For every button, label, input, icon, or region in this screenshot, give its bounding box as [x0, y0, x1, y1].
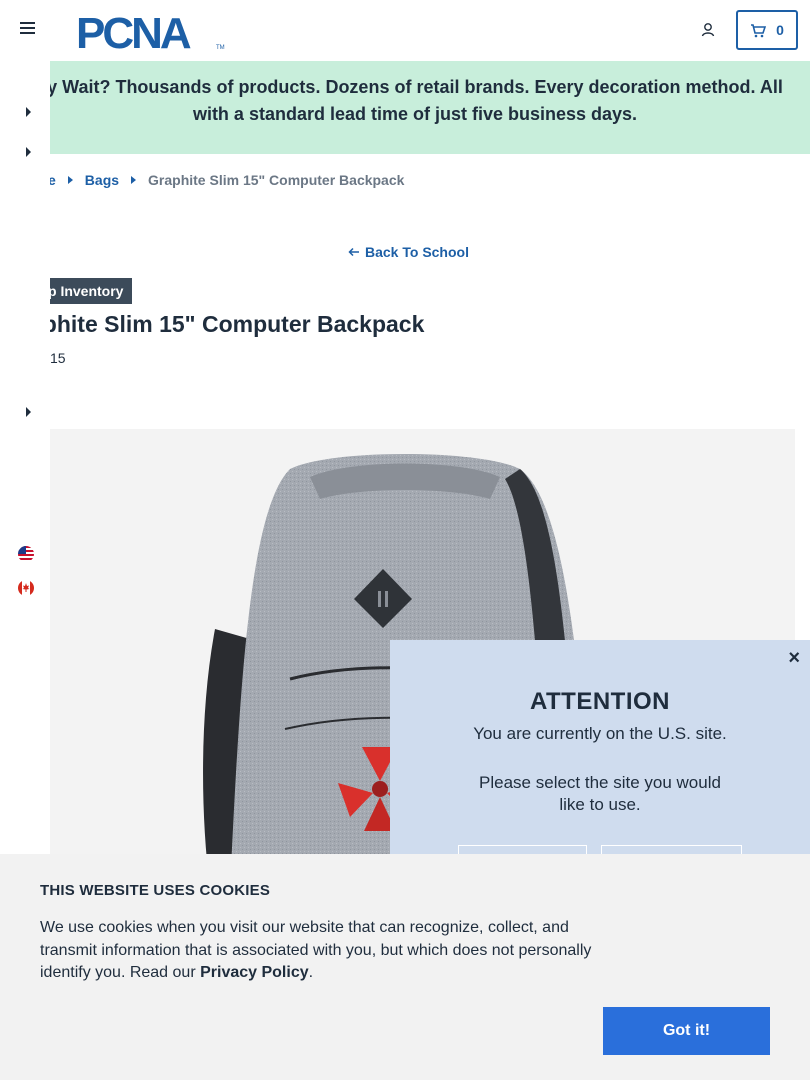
cookie-text: We use cookies when you visit our websit… [40, 917, 610, 985]
us-flag-icon[interactable] [18, 546, 34, 562]
svg-text:TM: TM [216, 45, 225, 51]
site-header: PCNA TM 0 [0, 0, 810, 61]
expand-caret-icon[interactable] [26, 147, 31, 157]
user-icon[interactable] [700, 22, 716, 38]
back-link-label: Back To School [365, 244, 469, 260]
breadcrumb-separator-icon [131, 176, 137, 184]
cookie-body: We use cookies when you visit our websit… [40, 919, 592, 981]
arrow-left-icon [348, 247, 359, 257]
modal-title: ATTENTION [529, 688, 671, 715]
cookie-body-end: . [308, 964, 314, 981]
canada-flag-icon[interactable] [18, 580, 34, 596]
cart-icon [751, 23, 767, 37]
cookie-title: THIS WEBSITE USES COOKIES [40, 882, 271, 899]
cookie-banner: THIS WEBSITE USES COOKIES We use cookies… [0, 854, 810, 1080]
breadcrumb-bags[interactable]: Bags [85, 172, 119, 188]
expand-caret-icon[interactable] [26, 407, 31, 417]
cart-count: 0 [776, 22, 784, 38]
breadcrumb-separator-icon [67, 176, 73, 184]
pcna-logo[interactable]: PCNA TM [76, 9, 226, 58]
menu-icon[interactable] [20, 22, 36, 38]
cart-button[interactable]: 0 [736, 10, 798, 50]
got-it-button[interactable]: Got it! [603, 1007, 770, 1055]
close-icon[interactable]: × [788, 647, 800, 670]
privacy-policy-link[interactable]: Privacy Policy [200, 964, 309, 981]
banner-text: y Wait? Thousands of products. Dozens of… [47, 77, 783, 124]
back-to-school-link[interactable]: Back To School [348, 244, 469, 260]
breadcrumb-current: Graphite Slim 15" Computer Backpack [148, 172, 405, 188]
product-title: aphite Slim 15" Computer Backpack [30, 311, 425, 337]
product-sku: 15 [50, 350, 66, 366]
promo-banner: y Wait? Thousands of products. Dozens of… [0, 61, 810, 154]
breadcrumb: e Bags Graphite Slim 15" Computer Backpa… [48, 172, 404, 188]
modal-instruction-line1: Please select the site you would [479, 773, 721, 792]
expand-caret-icon[interactable] [26, 107, 31, 117]
modal-instruction-line2: like to use. [559, 795, 641, 814]
svg-text:PCNA: PCNA [76, 11, 191, 51]
modal-current-site: You are currently on the U.S. site. [473, 724, 727, 743]
